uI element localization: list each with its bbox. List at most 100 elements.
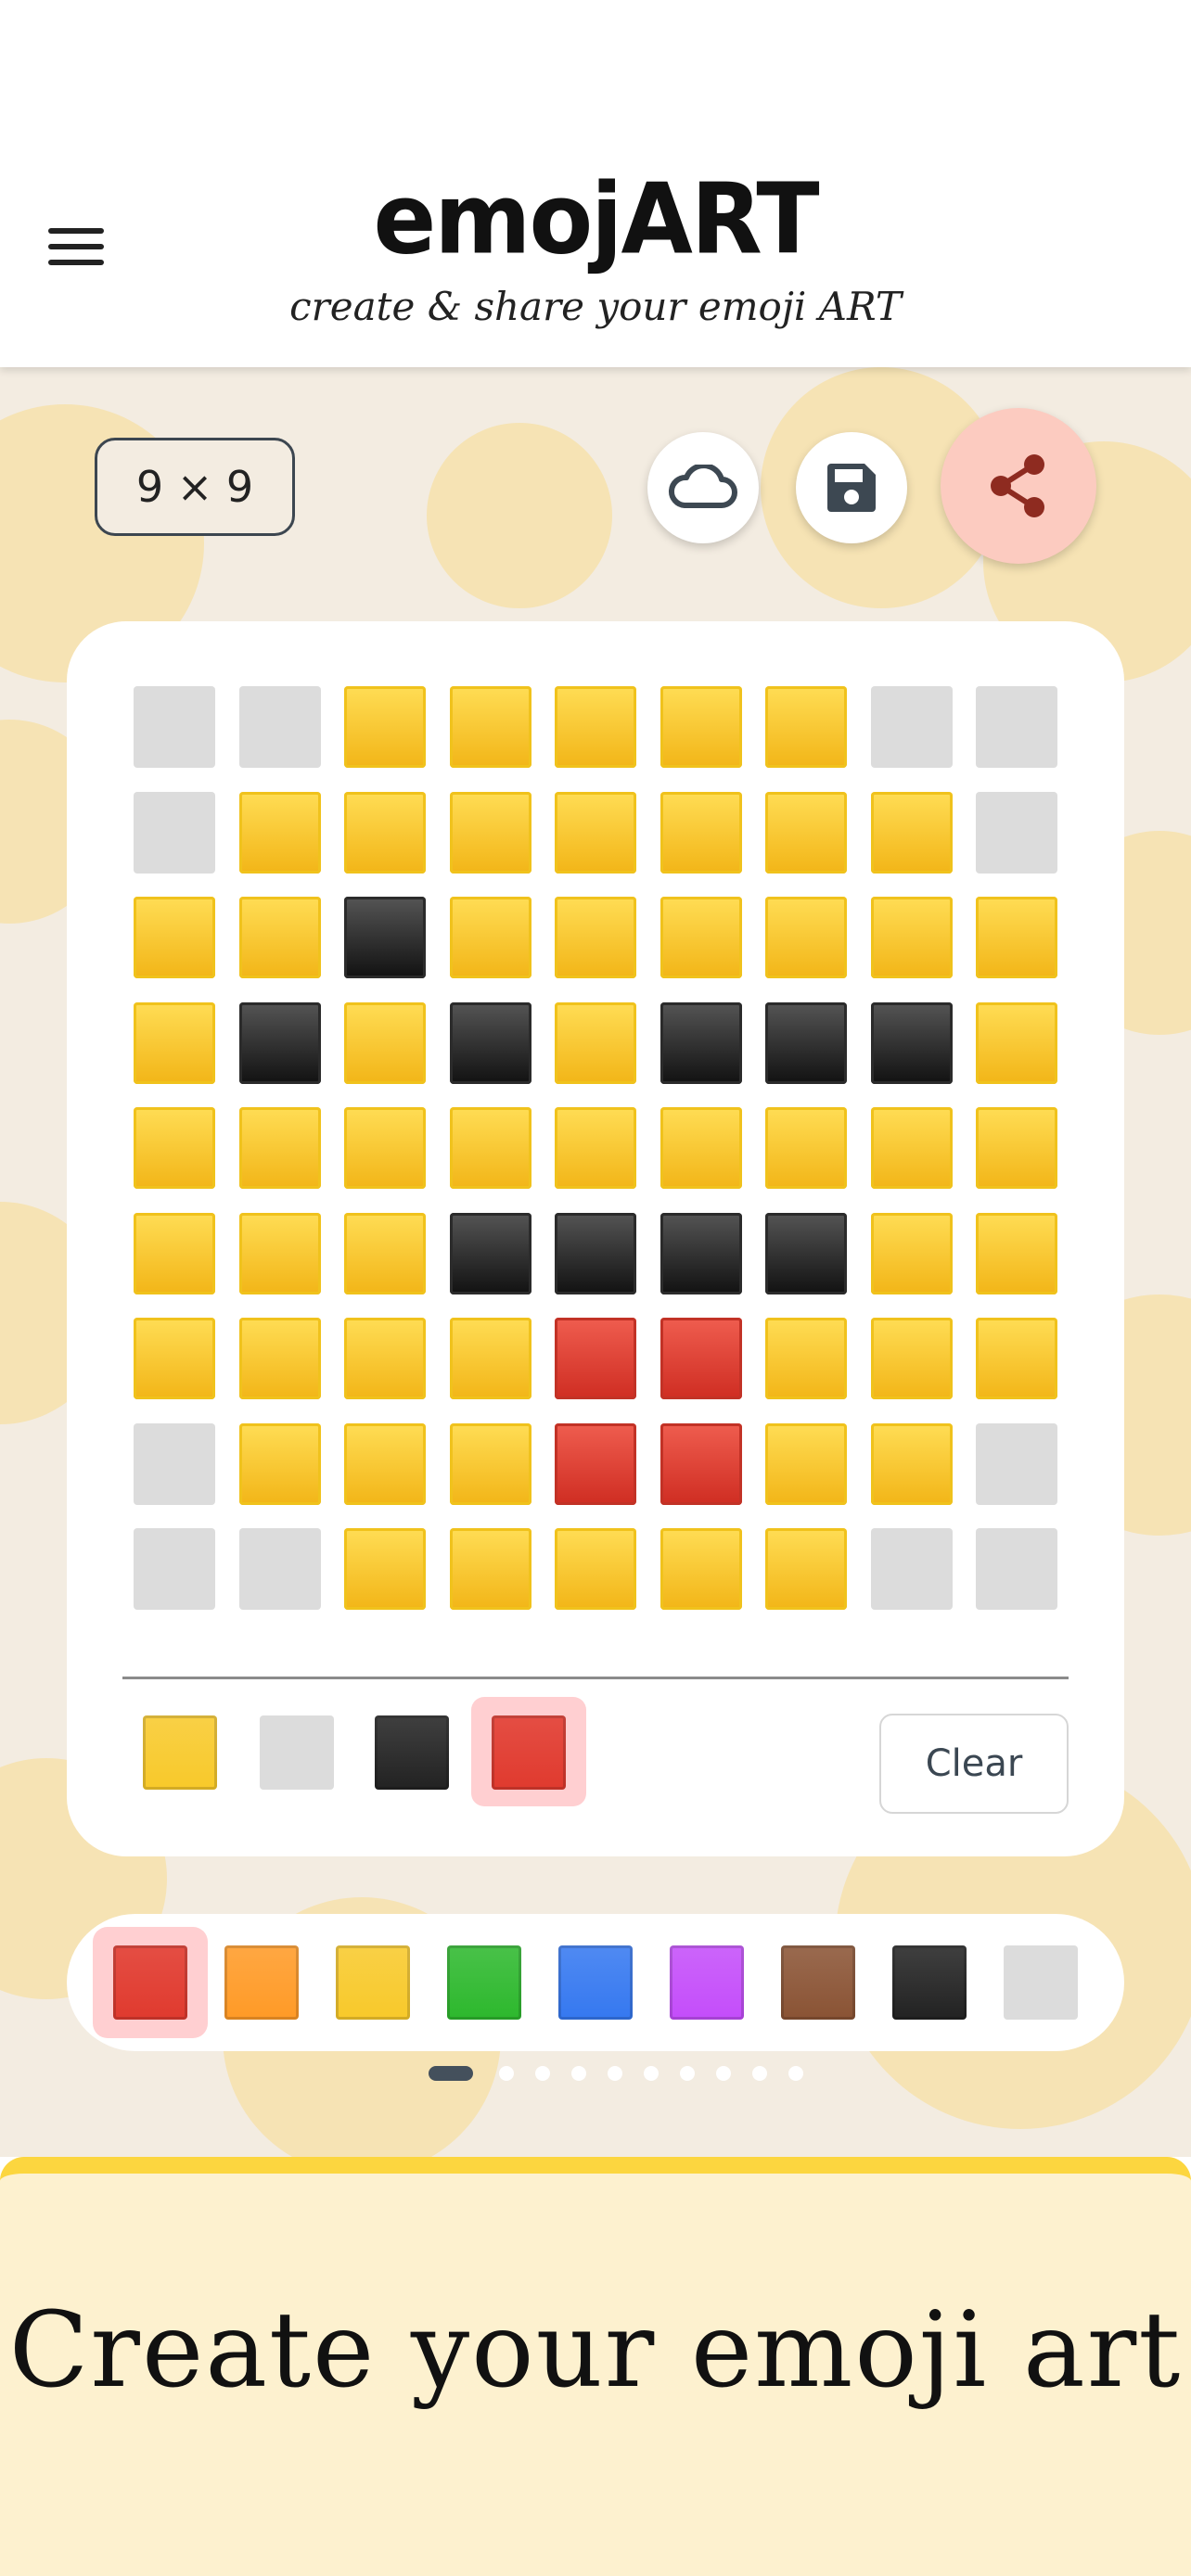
- grid-cell[interactable]: [344, 1001, 426, 1084]
- grid-cell[interactable]: [870, 686, 953, 768]
- page-dot[interactable]: [680, 2066, 695, 2081]
- grid-cell[interactable]: [765, 686, 847, 768]
- grid-cell[interactable]: [765, 897, 847, 978]
- grid-cell[interactable]: [344, 1107, 426, 1189]
- grid-cell[interactable]: [870, 1422, 953, 1505]
- page-dot[interactable]: [644, 2066, 659, 2081]
- grid-cell[interactable]: [976, 1107, 1057, 1189]
- used-color-yellow[interactable]: [143, 1715, 217, 1790]
- palette-color-blue[interactable]: [558, 1945, 633, 2020]
- used-color-red[interactable]: [492, 1715, 566, 1790]
- page-dot[interactable]: [571, 2066, 586, 2081]
- grid-cell[interactable]: [555, 791, 636, 874]
- palette-color-purple[interactable]: [670, 1945, 744, 2020]
- cloud-button[interactable]: [647, 432, 759, 543]
- grid-cell[interactable]: [660, 1107, 742, 1189]
- grid-cell[interactable]: [555, 1212, 636, 1294]
- grid-cell[interactable]: [765, 1212, 847, 1294]
- grid-cell[interactable]: [449, 1528, 531, 1610]
- page-dot[interactable]: [429, 2066, 473, 2081]
- grid-cell[interactable]: [449, 686, 531, 768]
- palette-color-black[interactable]: [892, 1945, 967, 2020]
- grid-cell[interactable]: [660, 686, 742, 768]
- grid-cell[interactable]: [344, 1528, 426, 1610]
- grid-cell[interactable]: [344, 1422, 426, 1505]
- page-dot[interactable]: [788, 2066, 803, 2081]
- page-dot[interactable]: [535, 2066, 550, 2081]
- page-dot[interactable]: [608, 2066, 622, 2081]
- grid-cell[interactable]: [555, 1001, 636, 1084]
- grid-cell[interactable]: [555, 1318, 636, 1399]
- grid-cell[interactable]: [976, 897, 1057, 978]
- grid-cell[interactable]: [555, 1107, 636, 1189]
- page-dot[interactable]: [499, 2066, 514, 2081]
- page-dot[interactable]: [752, 2066, 767, 2081]
- grid-cell[interactable]: [660, 1528, 742, 1610]
- grid-cell[interactable]: [449, 1001, 531, 1084]
- grid-cell[interactable]: [238, 1212, 321, 1294]
- palette-color-red[interactable]: [113, 1945, 187, 2020]
- grid-cell[interactable]: [870, 1212, 953, 1294]
- share-button[interactable]: [941, 408, 1096, 564]
- grid-cell[interactable]: [344, 791, 426, 874]
- grid-cell[interactable]: [976, 1528, 1057, 1610]
- grid-cell[interactable]: [765, 1107, 847, 1189]
- grid-cell[interactable]: [449, 1422, 531, 1505]
- grid-cell[interactable]: [870, 1318, 953, 1399]
- grid-cell[interactable]: [134, 1001, 215, 1084]
- grid-cell[interactable]: [238, 897, 321, 978]
- grid-cell[interactable]: [134, 1528, 215, 1610]
- grid-cell[interactable]: [344, 686, 426, 768]
- grid-cell[interactable]: [449, 897, 531, 978]
- grid-cell[interactable]: [765, 1528, 847, 1610]
- grid-cell[interactable]: [976, 1318, 1057, 1399]
- grid-cell[interactable]: [976, 791, 1057, 874]
- grid-cell[interactable]: [976, 1212, 1057, 1294]
- grid-cell[interactable]: [765, 1001, 847, 1084]
- grid-cell[interactable]: [660, 897, 742, 978]
- palette-color-gray[interactable]: [1004, 1945, 1078, 2020]
- save-button[interactable]: [796, 432, 907, 543]
- grid-cell[interactable]: [870, 1001, 953, 1084]
- grid-cell[interactable]: [134, 1212, 215, 1294]
- grid-cell[interactable]: [344, 1318, 426, 1399]
- grid-cell[interactable]: [660, 1001, 742, 1084]
- grid-cell[interactable]: [238, 791, 321, 874]
- used-color-black[interactable]: [375, 1715, 449, 1790]
- grid-cell[interactable]: [344, 1212, 426, 1294]
- grid-cell[interactable]: [238, 1318, 321, 1399]
- grid-cell[interactable]: [765, 791, 847, 874]
- grid-cell[interactable]: [870, 897, 953, 978]
- grid-cell[interactable]: [976, 686, 1057, 768]
- grid-cell[interactable]: [238, 686, 321, 768]
- grid-cell[interactable]: [555, 1422, 636, 1505]
- grid-cell[interactable]: [765, 1318, 847, 1399]
- grid-cell[interactable]: [344, 897, 426, 978]
- grid-cell[interactable]: [238, 1107, 321, 1189]
- grid-cell[interactable]: [976, 1001, 1057, 1084]
- grid-cell[interactable]: [238, 1528, 321, 1610]
- palette-color-yellow[interactable]: [336, 1945, 410, 2020]
- palette-color-green[interactable]: [447, 1945, 521, 2020]
- grid-cell[interactable]: [555, 686, 636, 768]
- grid-size-button[interactable]: 9 × 9: [95, 438, 295, 536]
- grid-cell[interactable]: [555, 1528, 636, 1610]
- grid-cell[interactable]: [134, 791, 215, 874]
- grid-cell[interactable]: [134, 1422, 215, 1505]
- grid-cell[interactable]: [449, 1318, 531, 1399]
- clear-button[interactable]: Clear: [879, 1714, 1069, 1814]
- grid-cell[interactable]: [449, 1107, 531, 1189]
- grid-cell[interactable]: [976, 1422, 1057, 1505]
- grid-cell[interactable]: [765, 1422, 847, 1505]
- grid-cell[interactable]: [238, 1001, 321, 1084]
- grid-cell[interactable]: [660, 1422, 742, 1505]
- grid-cell[interactable]: [660, 1212, 742, 1294]
- page-dot[interactable]: [716, 2066, 731, 2081]
- palette-color-orange[interactable]: [224, 1945, 299, 2020]
- grid-cell[interactable]: [555, 897, 636, 978]
- grid-cell[interactable]: [870, 791, 953, 874]
- grid-cell[interactable]: [134, 1318, 215, 1399]
- grid-cell[interactable]: [134, 897, 215, 978]
- grid-cell[interactable]: [134, 686, 215, 768]
- grid-cell[interactable]: [449, 1212, 531, 1294]
